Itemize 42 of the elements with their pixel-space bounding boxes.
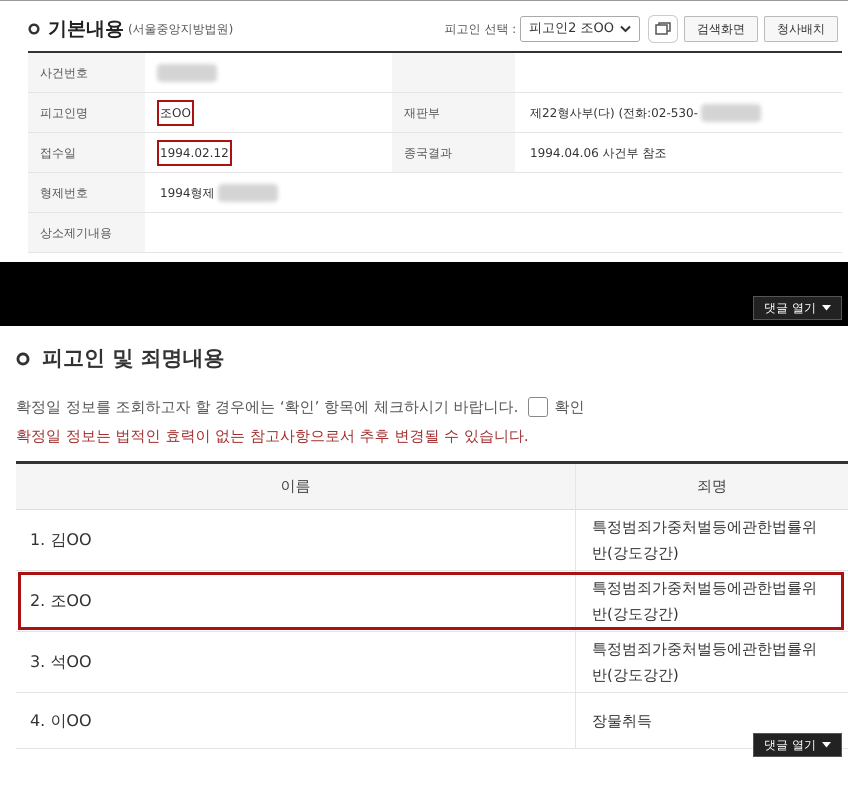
comment-toggle-button[interactable]: 댓글 열기 [753,733,842,757]
field-label: 피고인명 [40,104,88,122]
bullet-icon [28,23,40,35]
charge-text: 특정범죄가중처벌등에관한법률위반(강도강간) [592,639,818,686]
defendant-select[interactable]: 피고인2 조OO [520,16,640,42]
bullet-icon [16,352,30,366]
field-value: 1994.02.12 [157,140,232,166]
select-label: 피고인 선택 : [444,21,516,38]
field-label: 접수일 [40,144,76,162]
field-label: 형제번호 [40,184,88,202]
name-text: 2. 조OO [30,590,92,612]
charge-text: 특정범죄가중처벌등에관한법률위반(강도강간) [592,578,818,625]
checkbox-label: 확인 [554,397,584,418]
column-header: 이름 [16,464,576,509]
confirm-checkbox[interactable] [528,397,548,418]
caret-icon [620,25,631,33]
charge-text: 특정범죄가중처벌등에관한법률위반(강도강간) [592,517,818,564]
field-label: 종국결과 [404,144,452,162]
name-text: 4. 이OO [30,710,92,732]
section-title: 기본내용 [48,16,124,42]
charge-text: 장물취득 [592,710,652,732]
name-text: 1. 김OO [30,529,92,551]
caret-icon [822,305,831,311]
name-text: 3. 석OO [30,651,92,673]
toolbar-button[interactable]: 청사배치 [764,16,838,42]
field-label: 재판부 [404,104,440,122]
print-button[interactable] [648,15,678,43]
column-header: 죄명 [696,476,728,498]
window-icon [655,22,671,36]
notice-text: 확정일 정보를 조회하고자 할 경우에는 ‘확인’ 항목에 체크하시기 바랍니다. [16,397,518,418]
warning-text: 확정일 정보는 법적인 효력이 없는 참고사항으로서 추후 변경될 수 있습니다. [16,426,530,446]
caret-icon [822,742,831,748]
field-label: 상소제기내용 [40,224,112,242]
toolbar-button[interactable]: 검색화면 [684,16,758,42]
field-value: 1994형제 [159,184,216,202]
field-label: 사건번호 [40,64,88,82]
field-value: 조OO [157,100,194,126]
section-title: 피고인 및 죄명내용 [42,345,225,372]
comment-toggle-button[interactable]: 댓글 열기 [753,296,842,320]
field-value: 제22형사부(다) (전화:02-530- [529,104,700,122]
field-value: 1994.04.06 사건부 참조 [529,144,668,162]
court-name: (서울중앙지방법원) [128,21,234,38]
